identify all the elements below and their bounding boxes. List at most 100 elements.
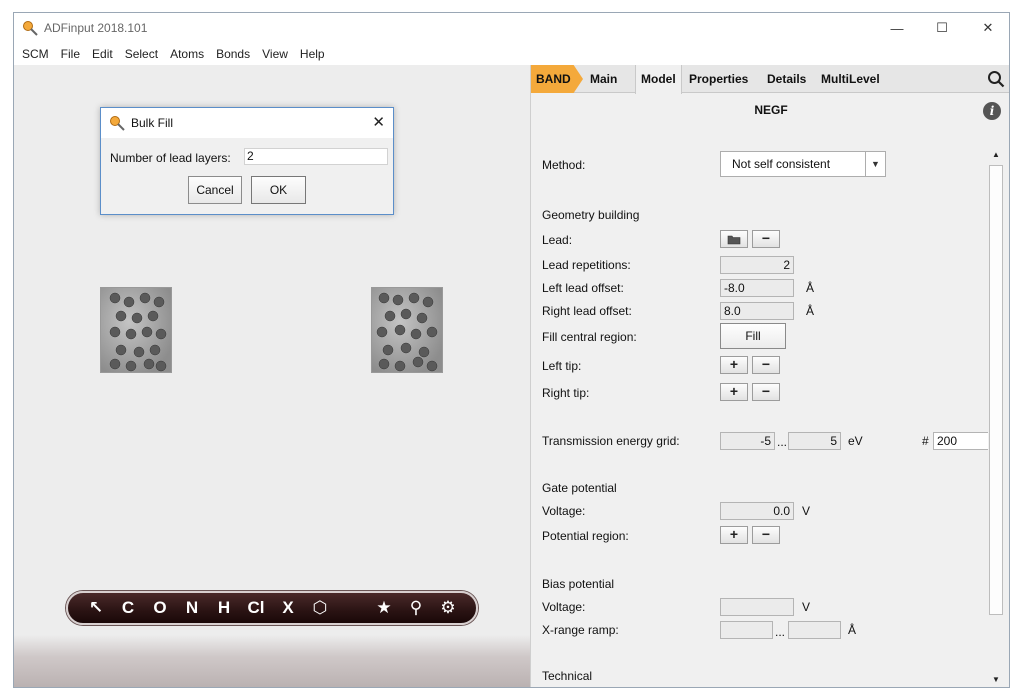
tab-properties[interactable]: Properties bbox=[689, 65, 748, 93]
structures-tool-button[interactable]: ⬡ bbox=[304, 593, 336, 623]
nitrogen-tool-button[interactable]: N bbox=[176, 593, 208, 623]
menu-scm[interactable]: SCM bbox=[16, 43, 55, 65]
oxygen-tool-button[interactable]: O bbox=[144, 593, 176, 623]
info-icon[interactable]: i bbox=[983, 102, 1001, 120]
panel-tabs: BAND Main Model Properties Details Multi… bbox=[531, 65, 1009, 94]
favorites-tool-button[interactable]: ★ bbox=[368, 593, 400, 623]
transmission-unit: eV bbox=[848, 434, 863, 448]
lead-remove-button[interactable]: − bbox=[752, 230, 780, 248]
bulk-fill-dialog: Bulk Fill ✕ Number of lead layers: 2 Can… bbox=[100, 107, 394, 215]
chlorine-tool-button[interactable]: Cl bbox=[240, 593, 272, 623]
gate-voltage-field[interactable]: 0.0 bbox=[720, 502, 794, 520]
lead-label: Lead: bbox=[542, 233, 573, 247]
panel-scrollbar[interactable]: ▲ ▼ bbox=[988, 147, 1004, 687]
bias-voltage-label: Voltage: bbox=[542, 600, 586, 614]
carbon-tool-button[interactable]: C bbox=[112, 593, 144, 623]
transmission-count-hash: # bbox=[922, 434, 929, 448]
method-select[interactable]: Not self consistent ▼ bbox=[720, 151, 886, 177]
atom-toolbar: ↖ C O N H Cl X ⬡ ★ ⚲ ⚙ bbox=[66, 591, 478, 625]
menu-file[interactable]: File bbox=[55, 43, 86, 65]
menu-select[interactable]: Select bbox=[119, 43, 164, 65]
gate-voltage-unit: V bbox=[802, 504, 811, 518]
scrollbar-thumb[interactable] bbox=[989, 165, 1003, 615]
menu-bar: SCM File Edit Select Atoms Bonds View He… bbox=[14, 43, 1009, 65]
xrange-from-field[interactable] bbox=[720, 621, 773, 639]
scroll-up-icon[interactable]: ▲ bbox=[988, 147, 1004, 163]
left-tip-add-button[interactable]: + bbox=[720, 356, 748, 374]
ok-button[interactable]: OK bbox=[251, 176, 306, 204]
left-lead-molecule[interactable] bbox=[100, 287, 172, 373]
right-lead-offset-unit: Å bbox=[806, 304, 815, 318]
lead-layers-input[interactable]: 2 bbox=[244, 148, 388, 165]
lead-open-button[interactable] bbox=[720, 230, 748, 248]
lead-repetitions-label: Lead repetitions: bbox=[542, 258, 631, 272]
settings-panel: BAND Main Model Properties Details Multi… bbox=[530, 65, 1009, 687]
transmission-range-separator: ... bbox=[777, 435, 788, 449]
settings-tool-button[interactable]: ⚙ bbox=[432, 593, 464, 623]
bias-voltage-unit: V bbox=[802, 600, 811, 614]
xrange-to-field[interactable] bbox=[788, 621, 841, 639]
menu-edit[interactable]: Edit bbox=[86, 43, 119, 65]
menu-bonds[interactable]: Bonds bbox=[210, 43, 256, 65]
maximize-button[interactable]: ☐ bbox=[919, 13, 965, 43]
tab-band[interactable]: BAND bbox=[531, 65, 583, 93]
right-tip-add-button[interactable]: + bbox=[720, 383, 748, 401]
left-tip-label: Left tip: bbox=[542, 359, 582, 373]
right-tip-remove-button[interactable]: − bbox=[752, 383, 780, 401]
method-value: Not self consistent bbox=[732, 157, 831, 171]
folder-icon bbox=[727, 235, 741, 245]
potential-region-remove-button[interactable]: − bbox=[752, 526, 780, 544]
chevron-down-icon[interactable]: ▼ bbox=[865, 152, 885, 176]
viewport-floor-shade bbox=[14, 635, 530, 687]
window-title: ADFinput 2018.101 bbox=[44, 21, 148, 35]
dialog-title: Bulk Fill bbox=[131, 116, 174, 130]
transmission-count-field[interactable]: 200 bbox=[933, 432, 989, 450]
app-logo-icon bbox=[110, 116, 125, 131]
fill-central-label: Fill central region: bbox=[542, 330, 637, 344]
right-lead-offset-field[interactable]: 8.0 bbox=[720, 302, 794, 320]
hydrogen-tool-button[interactable]: H bbox=[208, 593, 240, 623]
tab-details[interactable]: Details bbox=[767, 65, 806, 93]
left-lead-structure bbox=[109, 292, 167, 372]
potential-region-add-button[interactable]: + bbox=[720, 526, 748, 544]
lead-layers-label: Number of lead layers: bbox=[110, 151, 231, 165]
scroll-down-icon[interactable]: ▼ bbox=[988, 672, 1004, 687]
left-lead-offset-field[interactable]: -8.0 bbox=[720, 279, 794, 297]
app-logo-icon bbox=[23, 21, 38, 36]
potential-region-label: Potential region: bbox=[542, 529, 629, 543]
menu-help[interactable]: Help bbox=[294, 43, 331, 65]
xrange-range-separator: ... bbox=[775, 625, 786, 639]
title-bar: ADFinput 2018.101 — ☐ ✕ bbox=[14, 13, 1009, 43]
close-button[interactable]: ✕ bbox=[965, 13, 1009, 43]
method-label: Method: bbox=[542, 158, 586, 172]
dialog-title-bar: Bulk Fill ✕ bbox=[101, 108, 393, 138]
app-window: ADFinput 2018.101 — ☐ ✕ SCM File Edit Se… bbox=[13, 12, 1010, 688]
menu-atoms[interactable]: Atoms bbox=[164, 43, 210, 65]
right-lead-molecule[interactable] bbox=[371, 287, 443, 373]
transmission-from-field[interactable]: -5 bbox=[720, 432, 775, 450]
tab-model[interactable]: Model bbox=[635, 65, 682, 94]
dialog-close-button[interactable]: ✕ bbox=[372, 113, 385, 131]
right-lead-offset-label: Right lead offset: bbox=[542, 304, 632, 318]
left-tip-remove-button[interactable]: − bbox=[752, 356, 780, 374]
section-title: NEGF bbox=[754, 103, 788, 117]
select-tool-button[interactable]: ↖ bbox=[80, 593, 112, 623]
search-tool-button[interactable]: ⚲ bbox=[400, 593, 432, 623]
tab-multilevel[interactable]: MultiLevel bbox=[821, 65, 880, 93]
minimize-button[interactable]: — bbox=[874, 13, 920, 43]
lead-repetitions-field[interactable]: 2 bbox=[720, 256, 794, 274]
cancel-button[interactable]: Cancel bbox=[188, 176, 242, 204]
bias-voltage-field[interactable] bbox=[720, 598, 794, 616]
tab-main[interactable]: Main bbox=[590, 65, 617, 93]
search-icon[interactable] bbox=[987, 70, 1005, 88]
geometry-heading: Geometry building bbox=[542, 208, 640, 222]
transmission-to-field[interactable]: 5 bbox=[788, 432, 841, 450]
right-tip-label: Right tip: bbox=[542, 386, 590, 400]
technical-heading: Technical bbox=[542, 669, 593, 683]
other-element-tool-button[interactable]: X bbox=[272, 593, 304, 623]
transmission-label: Transmission energy grid: bbox=[542, 434, 680, 448]
left-lead-offset-unit: Å bbox=[806, 281, 815, 295]
menu-view[interactable]: View bbox=[256, 43, 294, 65]
xrange-unit: Å bbox=[848, 623, 857, 637]
fill-button[interactable]: Fill bbox=[720, 323, 786, 349]
